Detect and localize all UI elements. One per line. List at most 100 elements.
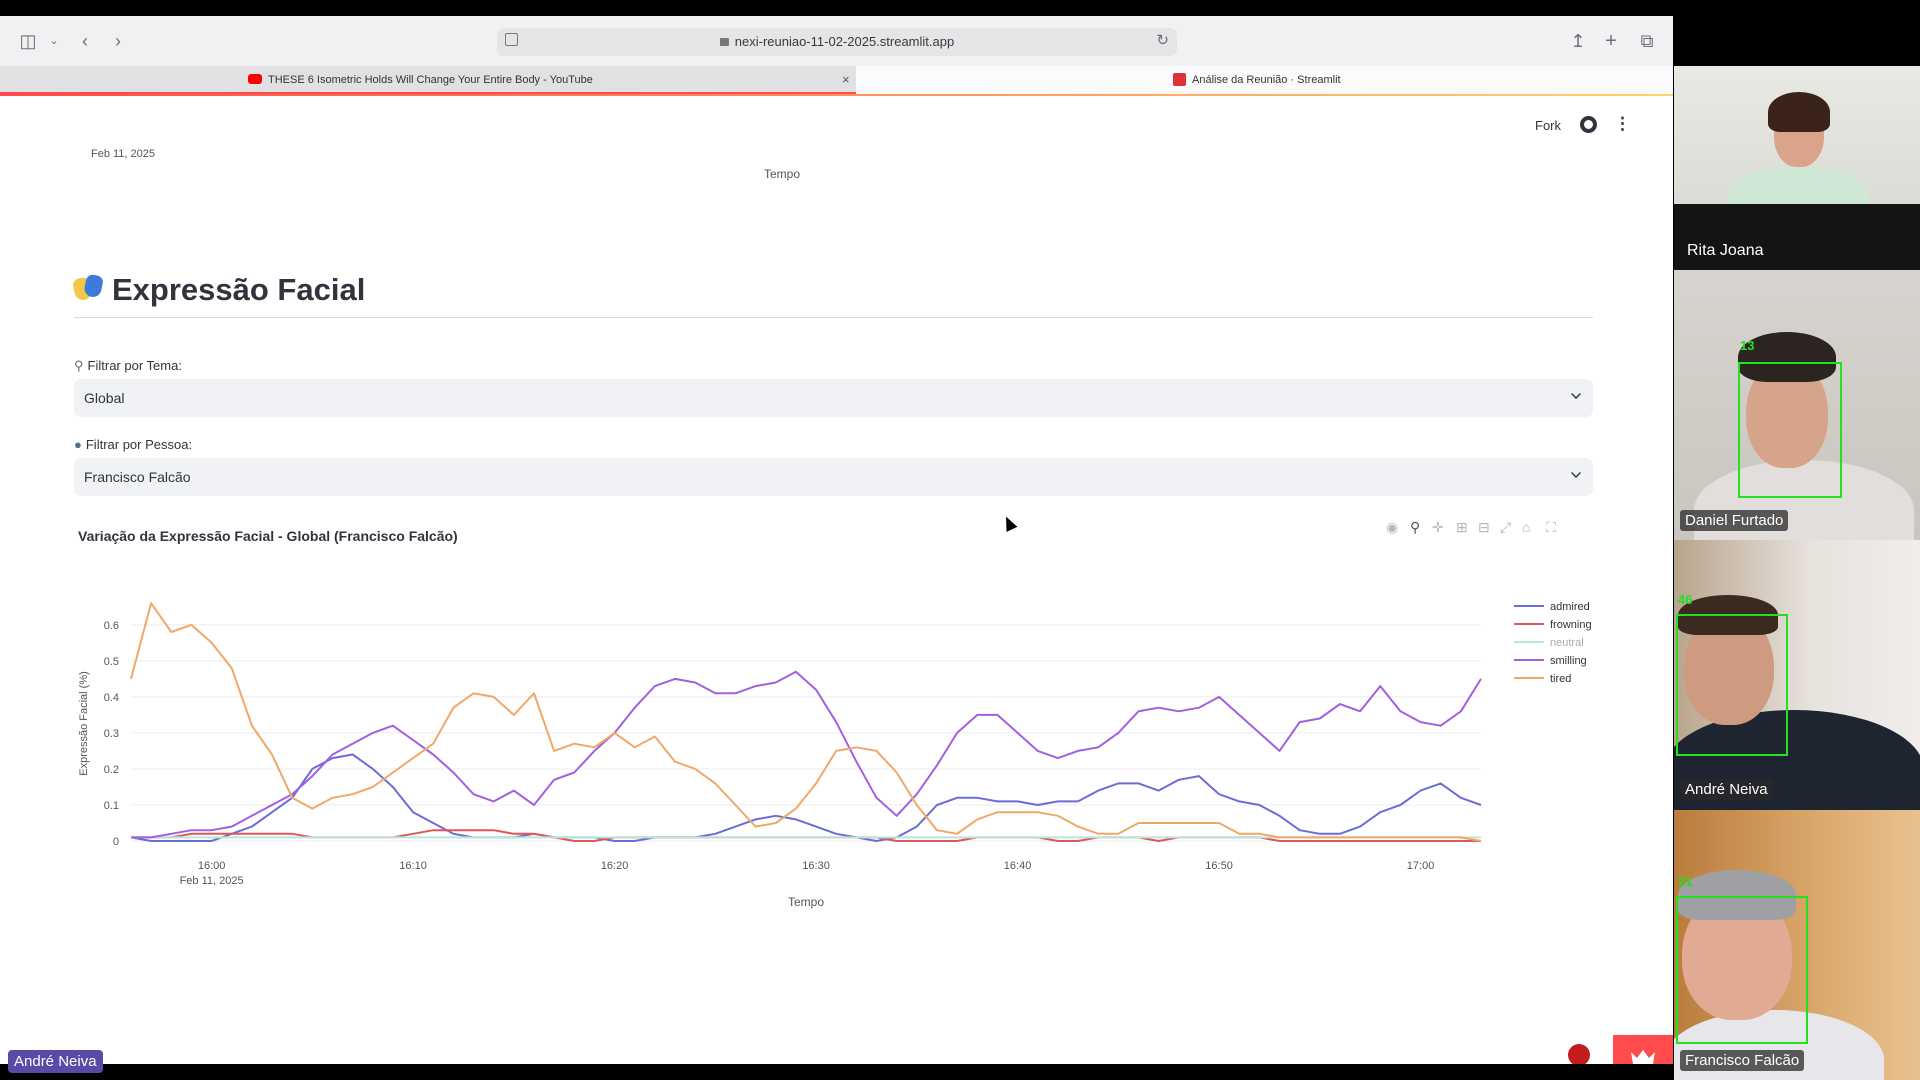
chevron-down-icon — [1571, 468, 1581, 478]
new-tab-icon[interactable]: + — [1600, 30, 1622, 52]
tab-bar: THESE 6 Isometric Holds Will Change Your… — [0, 66, 1673, 94]
face-detection-box — [1676, 896, 1808, 1044]
y-tick-label: 0.6 — [104, 620, 119, 632]
face-id-label: 46 — [1678, 592, 1693, 607]
theater-masks-icon — [74, 275, 104, 303]
sidebar-toggle-icon[interactable]: ◫ — [17, 30, 39, 52]
browser-window: ◫ ⌄ ‹ › nexi-reuniao-11-02-2025.streamli… — [0, 16, 1673, 1064]
address-bar[interactable]: nexi-reuniao-11-02-2025.streamlit.app ↻ — [497, 28, 1177, 56]
facial-expression-chart: 0 0.1 0.2 0.3 0.4 0.5 0.6 16:00 16:10 16:20 16:30 1… — [78, 601, 1592, 909]
participant-name: Daniel Furtado — [1680, 510, 1789, 531]
autoscale-icon[interactable]: ⤢ — [1500, 519, 1511, 536]
theme-select-value: Global — [84, 390, 125, 406]
tab-streamlit[interactable]: Análise da Reunião · Streamlit — [856, 66, 1673, 94]
video-tile-rita — [1674, 66, 1920, 204]
back-icon[interactable]: ‹ — [74, 30, 96, 52]
previous-chart-axis-title: Tempo — [764, 167, 801, 181]
video-tile-francisco: 21 Francisco Falcão — [1674, 810, 1920, 1080]
mouse-cursor — [1000, 514, 1018, 532]
x-tick-label: 16:40 — [1004, 860, 1032, 872]
magnifier-icon: ⚲ — [74, 358, 84, 373]
forward-icon[interactable]: › — [107, 30, 129, 52]
y-tick-label: 0 — [113, 836, 119, 848]
more-menu-icon[interactable]: ⋮ — [1614, 114, 1631, 134]
chevron-down-icon — [1571, 389, 1581, 399]
legend-entry: frowning — [1550, 619, 1592, 631]
tab-youtube[interactable]: THESE 6 Isometric Holds Will Change Your… — [0, 66, 856, 94]
url-text[interactable]: nexi-reuniao-11-02-2025.streamlit.app — [735, 34, 954, 49]
streamlit-badge[interactable] — [1613, 1035, 1673, 1064]
reload-icon[interactable]: ↻ — [1156, 31, 1169, 49]
y-tick-label: 0.1 — [104, 800, 119, 812]
participant-name: Francisco Falcão — [1680, 1050, 1805, 1071]
series-line-frowning — [131, 829, 1481, 842]
chart-title: Variação da Expressão Facial - Global (F… — [78, 528, 458, 544]
legend-entry: tired — [1550, 673, 1571, 685]
camera-icon[interactable]: ◉ — [1386, 519, 1398, 536]
face-id-label: 13 — [1740, 338, 1755, 353]
youtube-icon — [248, 74, 262, 85]
section-title-text: Expressão Facial — [112, 272, 366, 307]
face-detection-box — [1738, 362, 1842, 498]
person-select[interactable]: Francisco Falcão — [74, 458, 1593, 496]
theme-filter-label-text: Filtrar por Tema: — [87, 358, 182, 373]
x-tick-label: 17:00 — [1407, 860, 1435, 872]
y-tick-label: 0.3 — [104, 728, 119, 740]
crown-icon — [1631, 1050, 1655, 1064]
person-select-value: Francisco Falcão — [84, 469, 191, 485]
chart-axes: 0 0.1 0.2 0.3 0.4 0.5 0.6 16:00 16:10 16:20 16:30 1… — [78, 620, 1434, 909]
x-date-label: Feb 11, 2025 — [180, 875, 244, 887]
zoom-icon[interactable]: ⚲ — [1410, 519, 1420, 536]
screen: ◫ ⌄ ‹ › nexi-reuniao-11-02-2025.streamli… — [0, 0, 1920, 1080]
close-icon[interactable]: × — [842, 66, 850, 94]
home-icon[interactable]: ⌂ — [1522, 519, 1530, 535]
y-tick-label: 0.5 — [104, 656, 119, 668]
previous-chart-date-label: Feb 11, 2025 — [91, 148, 156, 160]
participant-name: André Neiva — [1680, 779, 1773, 800]
fullscreen-icon[interactable]: ⛶ — [1546, 519, 1556, 536]
video-tile-andre: 46 André Neiva — [1674, 540, 1920, 810]
x-tick-label: 16:50 — [1205, 860, 1233, 872]
lock-icon — [719, 38, 729, 46]
section-title: Expressão Facial — [74, 272, 365, 308]
face-id-label: 21 — [1678, 874, 1693, 889]
tab-title: Análise da Reunião · Streamlit — [1192, 74, 1341, 86]
github-icon[interactable] — [1580, 116, 1597, 133]
person-filter-label: ● Filtrar por Pessoa: — [74, 437, 192, 452]
tab-title: THESE 6 Isometric Holds Will Change Your… — [268, 74, 593, 86]
zoom-in-icon[interactable]: ⊞ — [1456, 519, 1468, 536]
legend-entry: admired — [1550, 601, 1590, 613]
apple-icon — [1568, 1044, 1590, 1064]
chart-grid — [131, 624, 1481, 842]
chevron-down-icon[interactable]: ⌄ — [43, 30, 65, 52]
browser-toolbar: ◫ ⌄ ‹ › nexi-reuniao-11-02-2025.streamli… — [0, 16, 1673, 66]
x-tick-label: 16:00 — [198, 860, 226, 872]
header-actions: Fork ⋮ — [1445, 114, 1645, 136]
face-detection-box — [1676, 614, 1788, 756]
y-tick-label: 0.4 — [104, 692, 119, 704]
y-axis-title: Expressão Facial (%) — [78, 671, 90, 776]
tile-label-rita: Rita Joana — [1674, 204, 1920, 270]
x-axis-title: Tempo — [788, 895, 824, 909]
y-tick-label: 0.2 — [104, 764, 119, 776]
chart-legend: Expressão Facialadmiredfrowningneutralsm… — [1514, 601, 1592, 685]
zoom-out-icon[interactable]: ⊟ — [1478, 519, 1490, 536]
share-icon[interactable]: ↥ — [1567, 30, 1589, 52]
legend-entry: smilling — [1550, 655, 1587, 667]
streamlit-icon — [1173, 72, 1186, 86]
theme-filter-label: ⚲ Filtrar por Tema: — [74, 358, 182, 374]
person-icon: ● — [74, 437, 82, 452]
self-view-name: André Neiva — [8, 1050, 103, 1073]
fork-button[interactable]: Fork — [1535, 118, 1561, 133]
theme-select[interactable]: Global — [74, 379, 1593, 417]
participant-name: Rita Joana — [1687, 242, 1764, 259]
person-filter-label-text: Filtrar por Pessoa: — [85, 437, 193, 452]
video-tile-daniel: 13 Daniel Furtado — [1674, 270, 1920, 540]
tab-overview-icon[interactable]: ⧉ — [1636, 30, 1658, 52]
x-tick-label: 16:30 — [802, 860, 830, 872]
x-tick-label: 16:10 — [399, 860, 427, 872]
divider — [74, 317, 1593, 318]
x-tick-label: 16:20 — [601, 860, 629, 872]
legend-entry: neutral — [1550, 637, 1584, 649]
pan-icon[interactable]: ✛ — [1432, 519, 1444, 536]
